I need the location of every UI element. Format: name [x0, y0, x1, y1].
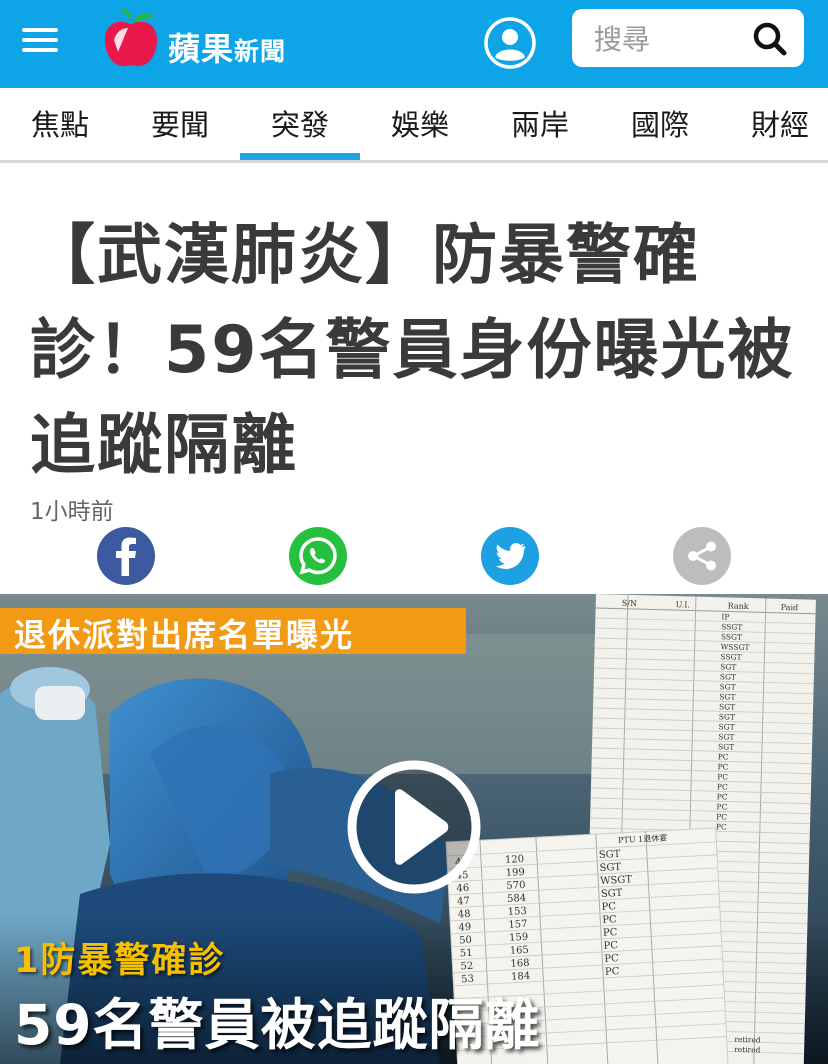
sheet-rank: PC [718, 752, 729, 761]
tab-focus[interactable]: 焦點 [0, 102, 120, 160]
sheet-cell: PC [605, 966, 620, 978]
sheet-cell: 157 [508, 919, 528, 931]
sheet-cell: 52 [460, 961, 473, 973]
tab-international[interactable]: 國際 [600, 102, 720, 160]
sheet-rank: PC [716, 822, 727, 831]
sheet-rank: SSGT [720, 652, 741, 662]
apple-daily-logo[interactable]: 蘋果新聞 [100, 6, 300, 72]
logo-main-text: 蘋果 [168, 30, 235, 68]
sheet-cell: PC [602, 914, 617, 926]
sheet-rank: SGT [718, 742, 734, 751]
sheet-header-ui: U.I. [676, 600, 690, 609]
twitter-share-button[interactable] [481, 527, 539, 585]
sheet-note: retired [734, 1035, 761, 1045]
logo-sub-text: 新聞 [234, 37, 287, 66]
sheet-cell: 165 [510, 945, 530, 957]
sheet-cell: 120 [505, 854, 525, 866]
user-account-icon[interactable] [483, 16, 537, 70]
sheet-cell: SGT [601, 888, 623, 900]
tab-breaking[interactable]: 突發 [240, 102, 360, 160]
sheet-cell: SGT [599, 862, 621, 874]
tab-headlines[interactable]: 要聞 [120, 102, 240, 160]
menu-icon[interactable] [22, 26, 60, 54]
video-banner-text: 退休派對出席名單曝光 [14, 616, 355, 654]
sheet-header-sn: S/N [622, 599, 637, 608]
sheet-cell: PC [604, 953, 619, 965]
sheet-rank: WSSGT [721, 642, 750, 652]
sheet-rank: SSGT [721, 622, 742, 632]
share-icon [673, 527, 731, 585]
sheet-rank: SGT [719, 692, 735, 701]
article-timestamp: 1小時前 [30, 499, 114, 525]
search-box [572, 9, 804, 67]
whatsapp-share-button[interactable] [289, 527, 347, 585]
sheet-rank: SGT [718, 732, 734, 741]
video-caption-subtitle: 1防暴警確診 [14, 941, 226, 981]
share-button[interactable] [673, 527, 731, 585]
sheet-rank: SGT [719, 712, 735, 721]
sheet-cell: SGT [599, 849, 621, 861]
sheet-cell: 584 [507, 893, 527, 905]
top-app-bar: 蘋果新聞 [0, 0, 828, 88]
sheet-rank: IP [721, 612, 729, 621]
video-caption-title: 59名警員被追蹤隔離 [14, 993, 541, 1057]
sheet-cell: 168 [510, 958, 530, 970]
sheet-cell: PC [603, 940, 618, 952]
sheet-cell: PC [603, 927, 618, 939]
sheet-rank: PC [717, 762, 728, 771]
sheet-rank: SGT [720, 662, 736, 671]
sheet-cell: PC [601, 901, 616, 913]
whatsapp-icon [289, 527, 347, 585]
sheet-cell: 47 [457, 896, 470, 908]
sheet-cell: 50 [459, 935, 472, 947]
category-nav: 焦點 要聞 突發 娛樂 兩岸 國際 財經 [0, 88, 828, 163]
sheet-rank: PC [717, 782, 728, 791]
sheet-note: retired [734, 1045, 761, 1055]
sheet-rank: SGT [718, 722, 734, 731]
sheet-rank: SGT [720, 672, 736, 681]
tab-cross-strait[interactable]: 兩岸 [480, 102, 600, 160]
sheet-rank: PC [716, 812, 727, 821]
video-banner: 退休派對出席名單曝光 [0, 608, 466, 654]
video-player[interactable]: S/N U.I. Rank Paid IP SSGT SSGT WSSGT SS… [0, 594, 828, 1064]
search-icon[interactable] [752, 21, 788, 57]
sheet-rank: SGT [719, 682, 735, 691]
tab-finance[interactable]: 財經 [720, 102, 828, 160]
sheet-header-rank: Rank [728, 601, 749, 611]
sheet-rank: PC [716, 802, 727, 811]
sheet-cell: 153 [507, 906, 527, 918]
search-input[interactable] [592, 19, 756, 59]
tab-entertainment[interactable]: 娛樂 [360, 102, 480, 160]
sheet-cell: WSGT [600, 874, 633, 887]
sheet-header-paid: Paid [781, 603, 799, 612]
sheet-cell: 199 [505, 867, 525, 879]
sheet-rank: SGT [719, 702, 735, 711]
twitter-icon [481, 527, 539, 585]
play-icon[interactable] [345, 758, 483, 896]
sheet-rank: PC [717, 792, 728, 801]
facebook-icon [97, 527, 155, 585]
sheet-rank: SSGT [721, 632, 742, 642]
sheet-cell: 48 [458, 909, 471, 921]
logo-wordmark: 蘋果新聞 [168, 24, 286, 70]
sheet-cell: 570 [506, 880, 526, 892]
sheet-cell: 51 [460, 948, 473, 960]
sheet-rank: PC [717, 772, 728, 781]
sheet-cell: 159 [509, 932, 529, 944]
apple-logo-icon [104, 8, 158, 67]
facebook-share-button[interactable] [97, 527, 155, 585]
article-title: 【武漢肺炎】防暴警確診！59名警員身份曝光被追蹤隔離 [30, 218, 795, 483]
sheet-cell: 49 [458, 922, 471, 934]
